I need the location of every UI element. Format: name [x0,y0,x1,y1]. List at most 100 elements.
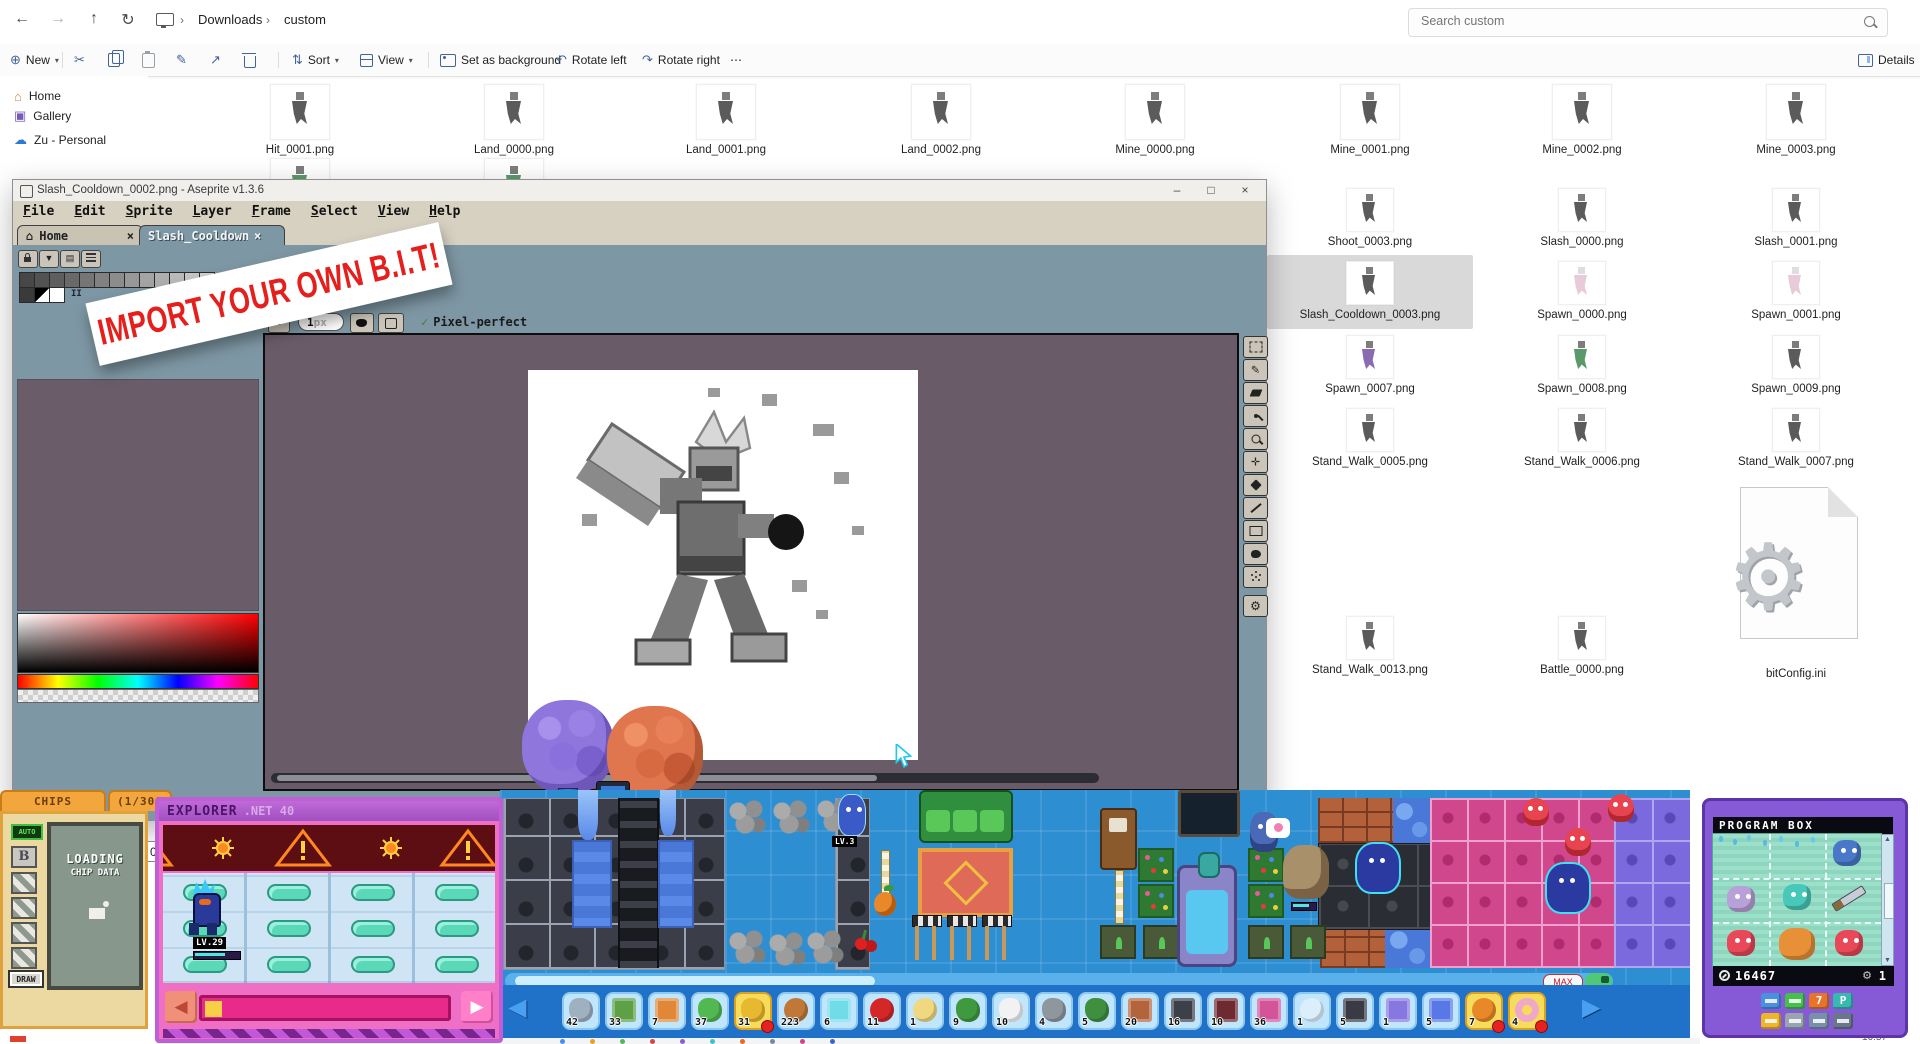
hotbar-right-arrow[interactable]: ▶ [1582,993,1600,1022]
taskbar-app-dot[interactable] [560,1039,565,1044]
locker-capsule[interactable] [267,884,311,901]
brick-floor[interactable] [1318,798,1394,843]
file-item[interactable]: Slash_0001.png [1696,188,1896,248]
rock-cluster[interactable] [806,930,844,964]
palette-swatch[interactable] [139,272,155,288]
locker-capsule[interactable] [267,920,311,937]
file-item[interactable]: Mine_0003.png [1696,84,1896,156]
p-app[interactable]: P [1833,993,1853,1009]
pixel-perfect-checkbox[interactable]: ✓Pixel-perfect [421,315,527,329]
blue-beast-sprite[interactable] [1833,840,1861,866]
menu-edit[interactable]: Edit [64,201,115,219]
file-item[interactable]: Hit_0001.png [200,84,400,156]
file-item[interactable]: Mine_0002.png [1482,84,1682,156]
hotbar-slot-red-tile[interactable]: 10 [1207,992,1245,1030]
hotbar-slot-barrel[interactable]: 33 [605,992,643,1030]
chef-sprite[interactable] [1779,928,1815,960]
palette-lock-button[interactable] [18,250,38,268]
heart-bird[interactable] [1608,794,1634,822]
dynamics-button[interactable] [378,313,404,333]
hotbar-slot-purple-tile[interactable]: 1 [1379,992,1417,1030]
palette-swatch[interactable] [64,272,80,288]
sprout-plot[interactable] [1100,925,1136,959]
heart-bird[interactable] [1565,828,1591,856]
file-item[interactable]: Slash_0000.png [1482,188,1682,248]
chip-slot-b[interactable]: B [11,846,37,868]
scroll-down-icon[interactable]: ▼ [1882,957,1893,964]
hotbar-slot-orange-fruit[interactable]: 7 [1465,992,1503,1030]
taskbar-app-dot[interactable] [620,1039,625,1044]
palette-swatch[interactable] [79,272,95,288]
close-button[interactable]: × [1228,180,1262,200]
menu-sprite[interactable]: Sprite [116,201,183,219]
program-grid[interactable] [1713,834,1881,966]
golem-npc[interactable] [1283,845,1329,899]
heart-bot-sprite[interactable] [1727,930,1755,956]
chip-slot-empty[interactable] [11,872,37,894]
ink-button[interactable] [350,313,374,333]
palette-swatch[interactable] [19,272,35,288]
tool-marquee-button[interactable] [1243,336,1268,358]
save-app[interactable] [1785,993,1805,1009]
palette-presets-button[interactable]: ▤ [60,250,80,268]
hotbar-slot-egg[interactable]: 1 [906,992,944,1030]
close-icon[interactable]: × [127,229,134,243]
file-item[interactable]: Mine_0001.png [1270,84,1470,156]
hotbar-slot-gadget[interactable]: 42 [562,992,600,1030]
hotbar-slot-bush[interactable]: 5 [1078,992,1116,1030]
file-item[interactable]: Stand_Walk_0005.png [1270,408,1470,468]
file-item[interactable]: Spawn_0007.png [1270,335,1470,395]
hotbar-slot-donut[interactable]: 4 [1508,992,1546,1030]
net-right-arrow[interactable]: ▶ [461,991,493,1023]
orange-fruit[interactable] [874,892,896,916]
file-item[interactable]: Mine_0000.png [1055,84,1255,156]
stool[interactable] [947,915,975,961]
program-scrollbar[interactable]: ▲ ▼ [1881,834,1894,966]
file-item[interactable]: Spawn_0009.png [1696,335,1896,395]
palette-swatch[interactable] [19,287,35,303]
auto-button[interactable]: AUTO [11,824,43,840]
file-item[interactable]: Land_0001.png [626,84,826,156]
draw-button[interactable]: DRAW [8,970,44,988]
maximize-button[interactable]: □ [1194,180,1228,200]
tool-blob-button[interactable] [1243,543,1268,565]
hotbar-slot-blue-tile[interactable]: 5 [1422,992,1460,1030]
hotbar-slot-fries[interactable]: 31 [734,992,772,1030]
seven-app[interactable]: 7 [1809,993,1829,1009]
taskbar-app-dot[interactable] [680,1039,685,1044]
hotbar-slot-card[interactable]: 6 [820,992,858,1030]
chip-slot-empty[interactable] [11,897,37,919]
teal-bot-sprite[interactable] [1783,884,1811,910]
explorer-net-titlebar[interactable]: EXPLORER .NET 40 [159,801,499,821]
hotbar-slot-globe[interactable]: 1 [1293,992,1331,1030]
file-bitconfig[interactable]: ⚙ [1740,487,1858,639]
canvas-viewport[interactable] [263,333,1239,791]
flower-bed[interactable] [1248,884,1284,918]
couch[interactable] [919,790,1013,843]
file-item[interactable]: Stand_Walk_0006.png [1482,408,1682,468]
hotbar-slot-onigiri[interactable]: 10 [992,992,1030,1030]
cherries-item[interactable] [855,938,867,950]
hotbar-slot-flowers[interactable]: 9 [949,992,987,1030]
rug[interactable] [918,848,1013,917]
menu-select[interactable]: Select [301,201,368,219]
chip-slot-empty[interactable] [11,922,37,944]
file-item[interactable]: Slash_Cooldown_0003.png [1270,261,1470,321]
violet-tile-zone[interactable] [1614,798,1690,968]
menu-file[interactable]: File [13,201,64,219]
menu-layer[interactable]: Layer [183,201,242,219]
hue-slider[interactable] [17,674,259,689]
hotbar-slot-cherries[interactable]: 11 [863,992,901,1030]
flower-bed[interactable] [1138,848,1174,882]
tool-bucket-button[interactable] [1243,474,1268,496]
tool-zoom-button[interactable] [1243,428,1268,450]
palette-swatch[interactable] [34,272,50,288]
locker-capsule[interactable] [435,884,479,901]
chip-slot-empty[interactable] [11,947,37,969]
stool[interactable] [982,915,1010,961]
fountain[interactable] [1177,865,1237,967]
menu-view[interactable]: View [368,201,419,219]
palette-swatch[interactable] [109,272,125,288]
file-item[interactable]: Spawn_0008.png [1482,335,1682,395]
taskbar-app-dot[interactable] [740,1039,745,1044]
